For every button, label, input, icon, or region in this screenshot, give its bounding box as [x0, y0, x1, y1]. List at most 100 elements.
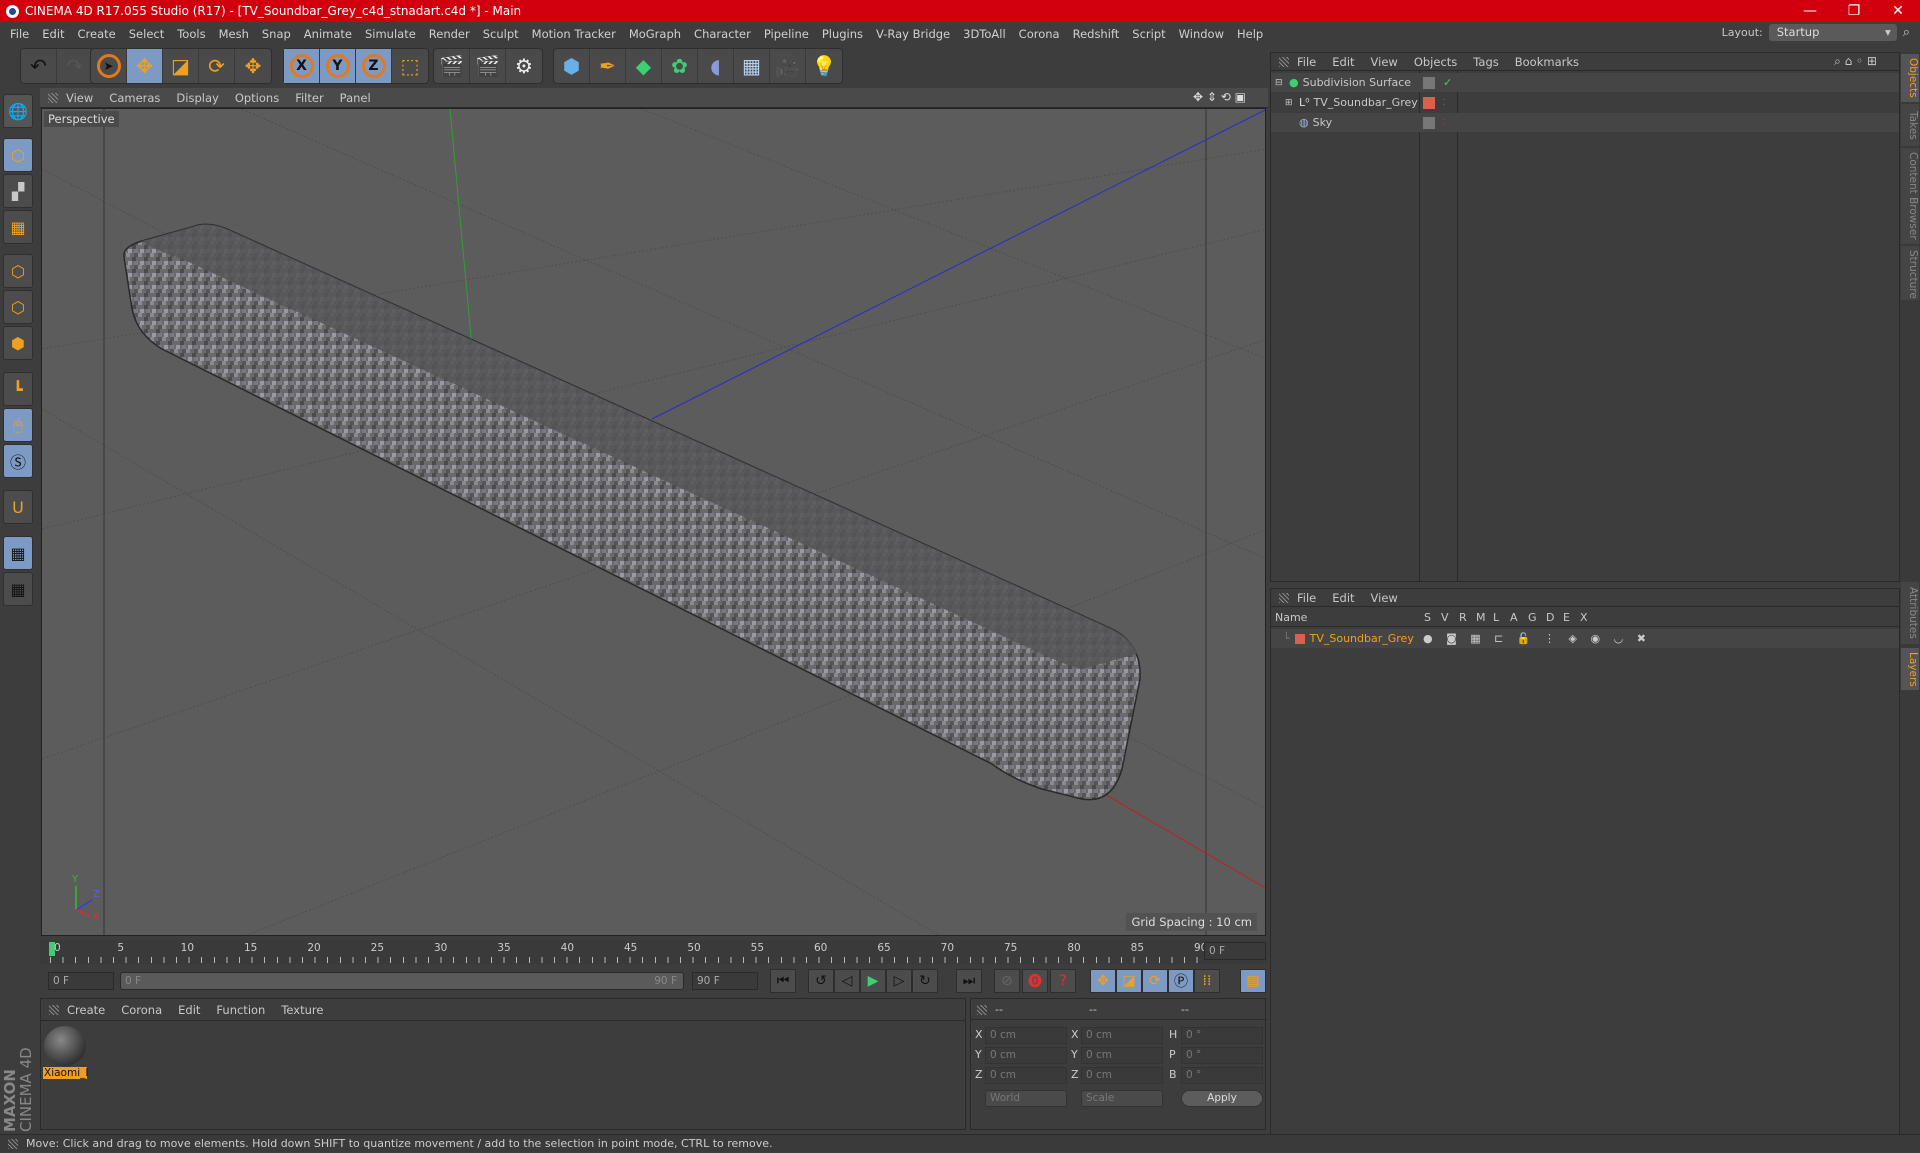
- cube-icon[interactable]: ⬢: [554, 49, 590, 83]
- polygons-mode-icon[interactable]: ⬢: [3, 326, 33, 360]
- tab-content-browser[interactable]: Content Browser: [1901, 148, 1919, 244]
- go-to-end-icon[interactable]: ⏭: [956, 969, 982, 993]
- editor-visibility-toggle[interactable]: [1423, 116, 1435, 129]
- move-icon[interactable]: ✥: [127, 49, 163, 83]
- position-z-field[interactable]: 0 cm: [985, 1067, 1067, 1084]
- snap-icon[interactable]: Ⓢ: [3, 444, 33, 478]
- menu-vray-bridge[interactable]: V-Ray Bridge: [876, 27, 950, 41]
- objects-menu-tags[interactable]: Tags: [1473, 55, 1498, 69]
- axis-mode-icon[interactable]: ┗: [3, 372, 33, 406]
- menu-redshift[interactable]: Redshift: [1073, 27, 1120, 41]
- enabled-check-icon[interactable]: ✓: [1443, 76, 1452, 89]
- magnet-icon[interactable]: U: [3, 490, 33, 524]
- objects-menu-objects[interactable]: Objects: [1414, 55, 1457, 69]
- close-button[interactable]: ✕: [1876, 0, 1920, 22]
- tweak-mode-icon[interactable]: 🖱: [3, 408, 33, 442]
- object-row-subdivision-surface[interactable]: ⊟ ● Subdivision Surface ✓: [1271, 73, 1899, 92]
- menu-mograph[interactable]: MoGraph: [629, 27, 681, 41]
- position-x-field[interactable]: 0 cm: [985, 1027, 1067, 1044]
- tab-layers[interactable]: Layers: [1901, 648, 1919, 690]
- object-row-tv-soundbar-grey[interactable]: ⊞ L⁰ TV_Soundbar_Grey ⁚: [1271, 93, 1899, 112]
- material-swatch[interactable]: Xiaomi_I: [43, 1025, 88, 1081]
- menu-edit[interactable]: Edit: [42, 27, 64, 41]
- viewport-menu-view[interactable]: View: [66, 91, 93, 105]
- points-mode-icon[interactable]: ⬡: [3, 254, 33, 288]
- play-icon[interactable]: ▶: [860, 969, 886, 993]
- y-axis-lock-button[interactable]: Y: [320, 49, 356, 83]
- layer-row-tv-soundbar-grey[interactable]: └ TV_Soundbar_Grey ● ◙ ▦ ⊏ 🔓 ⋮ ◈ ◉ ◡ ✖: [1271, 629, 1899, 648]
- material-menu-function[interactable]: Function: [216, 1003, 265, 1017]
- menu-3dtoall[interactable]: 3DToAll: [963, 27, 1006, 41]
- coordinate-mode-dropdown[interactable]: World: [985, 1090, 1067, 1107]
- frame-range-slider[interactable]: 0 F 90 F: [120, 972, 684, 990]
- record-keys-icon[interactable]: ⊘: [994, 969, 1020, 993]
- menu-simulate[interactable]: Simulate: [365, 27, 416, 41]
- menu-mesh[interactable]: Mesh: [219, 27, 249, 41]
- objects-menu-file[interactable]: File: [1297, 55, 1316, 69]
- material-menu-corona[interactable]: Corona: [121, 1003, 162, 1017]
- next-frame-icon[interactable]: ▷: [886, 969, 912, 993]
- world-coordinates-icon[interactable]: ⬚: [392, 49, 428, 83]
- model-mode-icon[interactable]: ⬡: [3, 138, 33, 172]
- start-frame-field[interactable]: 0 F: [48, 972, 114, 990]
- 3d-viewport[interactable]: Perspective Y Z X Grid Spacing : 10 cm: [41, 108, 1266, 936]
- subdivision-surface-icon[interactable]: ◆: [626, 49, 662, 83]
- menu-character[interactable]: Character: [694, 27, 751, 41]
- current-frame-field[interactable]: 0 F: [1204, 942, 1266, 960]
- render-view-icon[interactable]: 🎬: [434, 49, 470, 83]
- viewport-menu-cameras[interactable]: Cameras: [109, 91, 160, 105]
- viewport-nav-icons[interactable]: ✥ ⇕ ⟲ ▣: [1193, 90, 1246, 104]
- layout-dropdown[interactable]: Startup: [1768, 24, 1897, 41]
- layer-flags[interactable]: ● ◙ ▦ ⊏ 🔓 ⋮ ◈ ◉ ◡ ✖: [1423, 632, 1651, 645]
- tab-objects[interactable]: Objects: [1901, 54, 1919, 102]
- make-editable-icon[interactable]: 🌐: [3, 94, 33, 128]
- viewport-menu-filter[interactable]: Filter: [295, 91, 323, 105]
- layers-menu-edit[interactable]: Edit: [1332, 591, 1354, 605]
- key-parameter-icon[interactable]: Ⓟ: [1168, 969, 1194, 993]
- timeline-ruler[interactable]: 0 5 10 15 20 25 30 35 40 45 50 55 60 65 70 75 80 85 90 0 F: [40, 940, 1268, 964]
- menu-motion-tracker[interactable]: Motion Tracker: [532, 27, 616, 41]
- object-row-sky[interactable]: ◍ Sky ⁚: [1271, 113, 1899, 132]
- z-axis-lock-button[interactable]: Z: [356, 49, 392, 83]
- keyframe-selection-icon[interactable]: ?: [1050, 969, 1076, 993]
- tab-takes[interactable]: Takes: [1901, 104, 1919, 146]
- layers-menu-view[interactable]: View: [1371, 591, 1398, 605]
- maximize-button[interactable]: ❐: [1832, 0, 1876, 22]
- undo-icon[interactable]: ↶: [21, 49, 57, 83]
- key-rotation-icon[interactable]: ⟳: [1142, 969, 1168, 993]
- apply-button[interactable]: Apply: [1181, 1090, 1263, 1107]
- menu-tools[interactable]: Tools: [177, 27, 205, 41]
- menu-window[interactable]: Window: [1179, 27, 1224, 41]
- key-scale-icon[interactable]: ◪: [1116, 969, 1142, 993]
- workplane-mode-icon[interactable]: ▦: [3, 210, 33, 244]
- cloner-icon[interactable]: ✿: [662, 49, 698, 83]
- scale-icon[interactable]: ◪: [163, 49, 199, 83]
- x-axis-lock-button[interactable]: X: [284, 49, 320, 83]
- pen-spline-icon[interactable]: ✒: [590, 49, 626, 83]
- menu-select[interactable]: Select: [129, 27, 164, 41]
- rotation-h-field[interactable]: 0 °: [1181, 1027, 1263, 1044]
- planar-workplane-icon[interactable]: ▦: [3, 572, 33, 606]
- viewport-menu-display[interactable]: Display: [176, 91, 218, 105]
- camera-label[interactable]: Perspective: [44, 111, 119, 127]
- rotate-icon[interactable]: ⟳: [199, 49, 235, 83]
- menu-render[interactable]: Render: [429, 27, 470, 41]
- search-icon[interactable]: ⌕: [1903, 25, 1910, 40]
- key-position-icon[interactable]: ✥: [1090, 969, 1116, 993]
- menu-plugins[interactable]: Plugins: [822, 27, 863, 41]
- viewport-menu-panel[interactable]: Panel: [340, 91, 371, 105]
- go-to-start-icon[interactable]: ⏮: [770, 969, 796, 993]
- objects-menu-bookmarks[interactable]: Bookmarks: [1515, 55, 1579, 69]
- size-y-field[interactable]: 0 cm: [1081, 1047, 1163, 1064]
- tab-structure[interactable]: Structure: [1901, 246, 1919, 300]
- position-y-field[interactable]: 0 cm: [985, 1047, 1067, 1064]
- layer-color-swatch[interactable]: [1294, 633, 1305, 644]
- menu-script[interactable]: Script: [1132, 27, 1165, 41]
- material-menu-create[interactable]: Create: [67, 1003, 105, 1017]
- edges-mode-icon[interactable]: ⬡: [3, 290, 33, 324]
- menu-corona[interactable]: Corona: [1019, 27, 1060, 41]
- key-pla-icon[interactable]: ⁞⁞: [1194, 969, 1220, 993]
- menu-help[interactable]: Help: [1237, 27, 1263, 41]
- objects-menu-edit[interactable]: Edit: [1332, 55, 1354, 69]
- object-manager-tools[interactable]: ⌕ ⌂ ◦ ⊞: [1834, 54, 1877, 69]
